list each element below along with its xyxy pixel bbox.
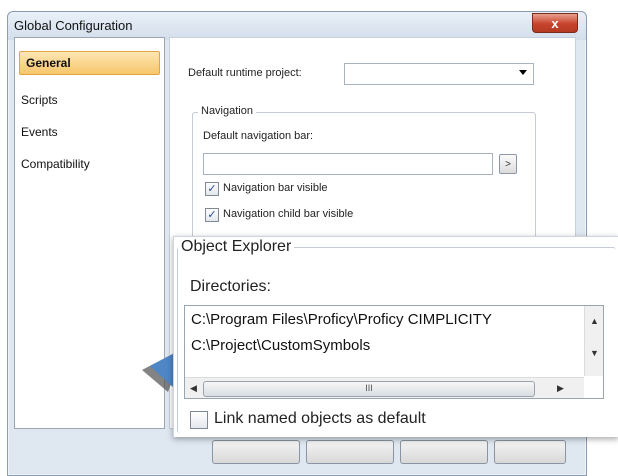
child-bar-visible-checkbox[interactable]: ✓: [205, 208, 219, 222]
nav-bar-label: Default navigation bar:: [203, 130, 314, 142]
link-named-objects-checkbox[interactable]: [190, 411, 208, 429]
navigation-group-label: Navigation: [198, 105, 256, 117]
right-arrow-icon[interactable]: ▶: [557, 383, 564, 394]
nav-bar-input[interactable]: [203, 153, 493, 175]
left-arrow-icon[interactable]: ◀: [190, 383, 197, 394]
link-named-objects-label: Link named objects as default: [214, 410, 426, 427]
sidebar-item-label: General: [26, 56, 71, 70]
window-title: Global Configuration: [14, 18, 133, 33]
scroll-grip: III: [365, 383, 373, 393]
sidebar-item-events[interactable]: Events: [21, 125, 58, 139]
check-icon: ✓: [207, 209, 217, 221]
child-bar-visible-label: Navigation child bar visible: [223, 208, 354, 220]
chevron-down-icon: [519, 70, 527, 75]
sidebar-item-label: Scripts: [21, 93, 58, 107]
cancel-button[interactable]: [306, 440, 394, 464]
runtime-project-label: Default runtime project:: [188, 67, 302, 79]
nav-bar-visible-checkbox[interactable]: ✓: [205, 182, 219, 196]
list-item[interactable]: C:\Project\CustomSymbols: [191, 337, 370, 354]
directories-listbox[interactable]: C:\Program Files\Proficy\Proficy CIMPLIC…: [184, 305, 604, 399]
runtime-project-dropdown[interactable]: [344, 63, 534, 85]
horizontal-scroll-thumb[interactable]: III: [203, 381, 535, 397]
check-icon: ✓: [207, 183, 217, 195]
close-button[interactable]: x: [532, 13, 578, 33]
directories-label: Directories:: [190, 278, 271, 295]
close-icon: x: [551, 15, 559, 31]
object-explorer-callout: Object Explorer Directories: C:\Program …: [173, 236, 618, 437]
sidebar-item-general[interactable]: General: [19, 51, 160, 75]
sidebar-item-scripts[interactable]: Scripts: [21, 93, 58, 107]
object-explorer-group-label: Object Explorer: [178, 238, 295, 256]
sidebar-item-label: Compatibility: [21, 157, 90, 171]
down-arrow-icon[interactable]: ▼: [590, 348, 599, 358]
title-bar[interactable]: Global Configuration x: [8, 12, 586, 40]
nav-bar-visible-label: Navigation bar visible: [223, 182, 328, 194]
apply-button[interactable]: [400, 440, 488, 464]
ok-button[interactable]: [212, 440, 300, 464]
sidebar-item-label: Events: [21, 125, 58, 139]
horizontal-scrollbar[interactable]: ◀ III ▶: [185, 377, 584, 398]
browse-button[interactable]: >: [499, 154, 517, 174]
help-button[interactable]: [494, 440, 566, 464]
chevron-right-icon: >: [505, 158, 511, 170]
up-arrow-icon[interactable]: ▲: [590, 316, 599, 326]
list-item[interactable]: C:\Program Files\Proficy\Proficy CIMPLIC…: [191, 311, 492, 328]
vertical-scrollbar[interactable]: ▲ ▼: [584, 306, 603, 376]
sidebar-item-compatibility[interactable]: Compatibility: [21, 157, 90, 171]
